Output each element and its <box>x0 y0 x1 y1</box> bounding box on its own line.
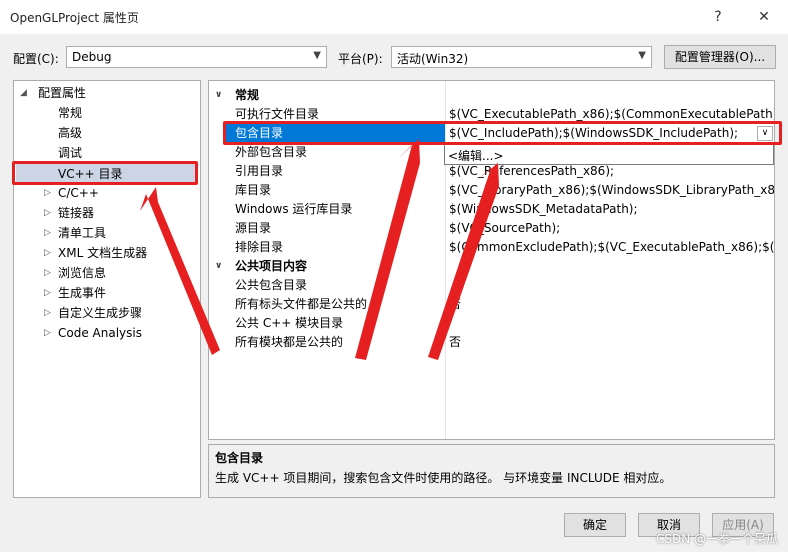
annotation-arrows <box>140 139 499 360</box>
annotation-arrow-3 <box>428 163 499 360</box>
annotation-arrow-2 <box>355 139 420 360</box>
watermark: CSDN @一拳一个呆瓜 <box>655 532 778 546</box>
annotation-arrow-1 <box>140 187 220 355</box>
